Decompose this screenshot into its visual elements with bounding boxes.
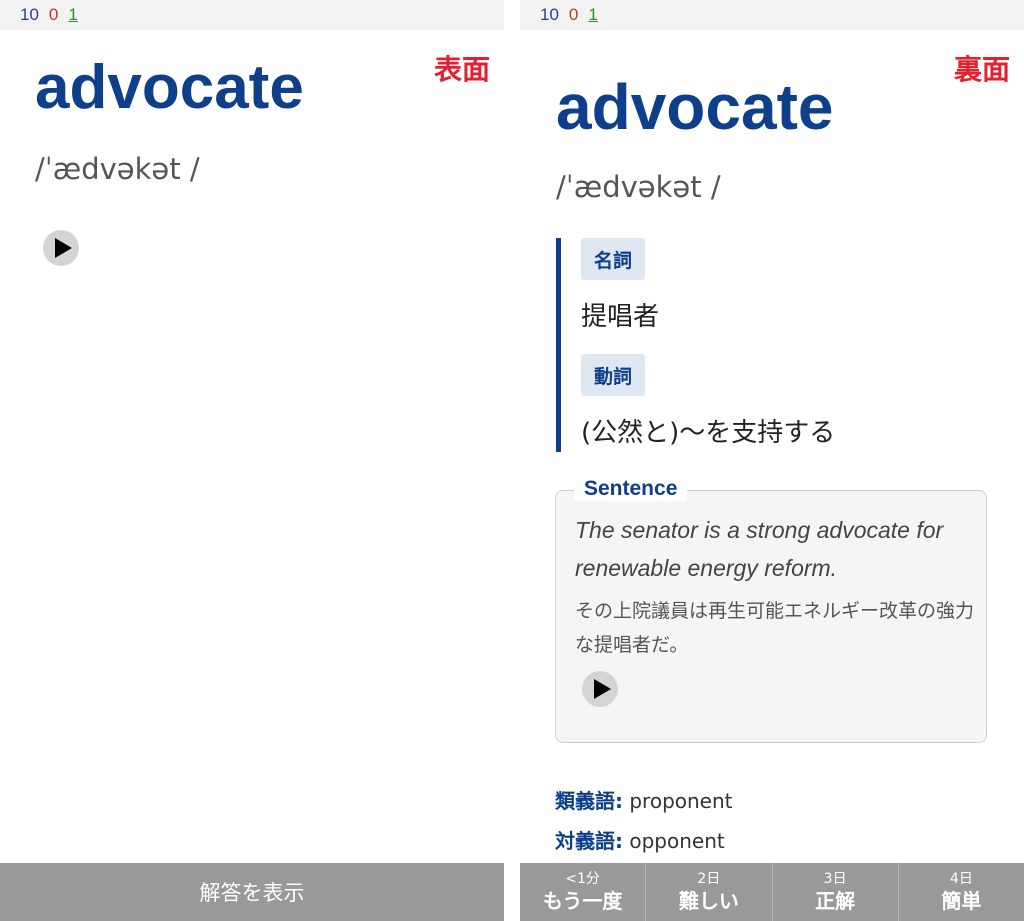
- play-icon[interactable]: [582, 671, 618, 707]
- again-label: もう一度: [542, 889, 623, 913]
- pos-tag-noun: 名詞: [581, 238, 645, 280]
- back-side-label: 裏面: [953, 53, 1010, 86]
- answer-buttons: <1分 もう一度 2日 難しい 3日 正解 4日 簡単: [520, 863, 1024, 921]
- vocab-word: advocate: [556, 71, 834, 143]
- panel-gutter: [504, 0, 520, 921]
- show-answer-button[interactable]: 解答を表示: [0, 863, 504, 921]
- sentence-title: Sentence: [574, 477, 688, 501]
- sentence-japanese: その上院議員は再生可能エネルギー改革の強力な提唱者だ。: [575, 600, 975, 656]
- antonym-label: 対義語:: [555, 829, 623, 853]
- due-counts: 10 0 1: [0, 0, 504, 30]
- antonym-value: opponent: [629, 829, 725, 853]
- pronunciation: /ˈædvəkət /: [35, 152, 200, 186]
- new-count: 10: [540, 5, 559, 24]
- review-count: 1: [68, 5, 78, 24]
- again-interval: <1分: [565, 871, 600, 887]
- good-label: 正解: [815, 889, 856, 913]
- again-button[interactable]: <1分 もう一度: [520, 863, 647, 921]
- pronunciation: /ˈædvəkət /: [556, 170, 721, 204]
- easy-button[interactable]: 4日 簡単: [898, 863, 1024, 921]
- sentence-english: The senator is a strong advocate for ren…: [575, 517, 944, 581]
- good-interval: 3日: [823, 871, 847, 887]
- sentence-box: Sentence The senator is a strong advocat…: [555, 477, 987, 743]
- hard-button[interactable]: 2日 難しい: [646, 863, 773, 921]
- meaning-noun: 提唱者: [581, 302, 660, 332]
- synonym-row: 類義語: proponent: [555, 785, 733, 814]
- front-card: 10 0 1 表面 advocate /ˈædvəkət / 解答を表示: [0, 0, 504, 921]
- antonym-row: 対義語: opponent: [555, 825, 725, 854]
- hard-interval: 2日: [697, 871, 721, 887]
- vocab-word: advocate: [35, 53, 304, 122]
- front-side-label: 表面: [433, 53, 490, 86]
- synonym-label: 類義語:: [555, 789, 623, 813]
- meaning-verb: (公然と)〜を支持する: [581, 418, 836, 448]
- due-counts: 10 0 1: [520, 0, 1024, 30]
- hard-label: 難しい: [678, 889, 739, 913]
- pos-tag-verb: 動詞: [581, 354, 645, 396]
- play-icon[interactable]: [43, 230, 79, 266]
- learning-count: 0: [568, 5, 579, 24]
- synonym-value: proponent: [629, 789, 733, 813]
- good-button[interactable]: 3日 正解: [772, 863, 899, 921]
- back-card: 10 0 1 裏面 advocate /ˈædvəkət / 名詞 提唱者 動詞 (…: [520, 0, 1024, 921]
- review-count: 1: [588, 5, 598, 24]
- meanings-block: 名詞 提唱者 動詞 (公然と)〜を支持する: [556, 238, 996, 452]
- easy-interval: 4日: [949, 871, 973, 887]
- new-count: 10: [20, 5, 39, 24]
- learning-count: 0: [48, 5, 59, 24]
- easy-label: 簡単: [941, 889, 982, 913]
